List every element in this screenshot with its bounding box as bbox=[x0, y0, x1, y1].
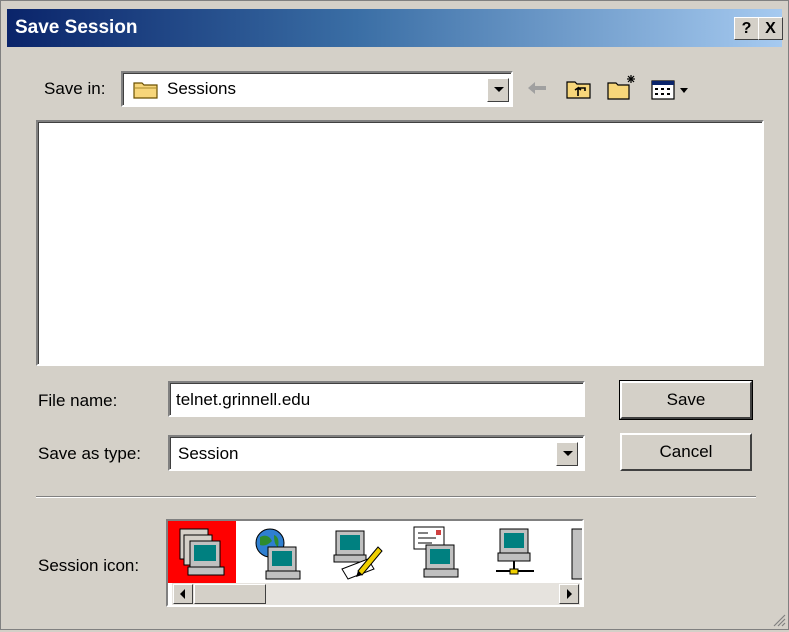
terminal-stack-icon bbox=[179, 528, 225, 576]
save-in-value: Sessions bbox=[167, 79, 236, 98]
back-arrow-icon[interactable] bbox=[526, 78, 548, 103]
globe-computer-icon bbox=[255, 528, 301, 580]
network-computer-icon bbox=[496, 528, 534, 575]
partial-computer-icon bbox=[571, 528, 582, 580]
file-name-label: File name: bbox=[38, 391, 118, 410]
document-computer-icon bbox=[413, 526, 459, 578]
chevron-down-icon bbox=[494, 87, 504, 92]
session-icon-network-computer[interactable] bbox=[486, 525, 544, 583]
save-in-dropdown-button[interactable] bbox=[487, 78, 509, 102]
session-icon-document-computer[interactable] bbox=[408, 525, 466, 583]
session-icon-picker[interactable] bbox=[166, 519, 584, 607]
save-in-label: Save in: bbox=[44, 79, 106, 98]
session-icon-computer-pencil[interactable] bbox=[328, 525, 386, 583]
save-as-type-dropdown-button[interactable] bbox=[556, 442, 578, 466]
view-menu-icon[interactable] bbox=[651, 79, 695, 106]
folder-icon bbox=[133, 79, 159, 104]
window-title: Save Session bbox=[15, 17, 138, 38]
scroll-left-button[interactable] bbox=[173, 584, 193, 604]
cancel-button[interactable]: Cancel bbox=[620, 433, 752, 471]
session-icon-scrollbar[interactable] bbox=[172, 583, 580, 605]
computer-pencil-icon bbox=[333, 530, 383, 580]
session-icon-globe-computer[interactable] bbox=[248, 525, 306, 583]
arrow-left-icon bbox=[180, 589, 185, 599]
file-list-view[interactable] bbox=[36, 120, 764, 366]
save-in-combobox[interactable]: Sessions bbox=[121, 71, 513, 107]
title-bar[interactable]: Save Session ? X bbox=[7, 9, 783, 47]
chevron-down-icon bbox=[563, 451, 573, 456]
help-button[interactable]: ? bbox=[734, 17, 759, 40]
save-button[interactable]: Save bbox=[619, 380, 753, 420]
save-session-dialog: Save Session ? X Save in: Sessions File … bbox=[0, 0, 789, 630]
new-folder-icon[interactable] bbox=[607, 73, 637, 106]
save-as-type-select[interactable]: Session bbox=[168, 435, 585, 471]
up-one-level-icon[interactable] bbox=[566, 76, 592, 105]
file-name-value: telnet.grinnell.edu bbox=[176, 390, 311, 409]
session-icon-label: Session icon: bbox=[38, 556, 140, 575]
divider-highlight bbox=[36, 497, 756, 498]
session-icon-partial[interactable] bbox=[564, 525, 582, 583]
resize-grip-icon[interactable] bbox=[770, 611, 786, 627]
session-icon-terminal-stack[interactable] bbox=[168, 521, 236, 583]
file-name-input[interactable]: telnet.grinnell.edu bbox=[168, 381, 585, 417]
close-button[interactable]: X bbox=[758, 17, 783, 40]
save-as-type-label: Save as type: bbox=[38, 444, 142, 463]
arrow-right-icon bbox=[567, 589, 572, 599]
scroll-thumb[interactable] bbox=[194, 584, 266, 604]
scroll-right-button[interactable] bbox=[559, 584, 579, 604]
save-as-type-value: Session bbox=[178, 444, 239, 463]
